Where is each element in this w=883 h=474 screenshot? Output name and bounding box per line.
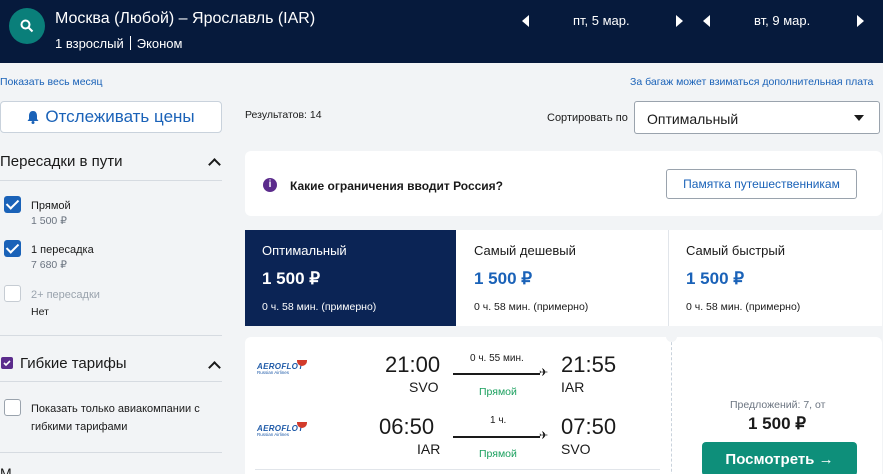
view-flight-button[interactable]: Посмотреть → <box>702 442 857 474</box>
arrival-code: IAR <box>561 379 585 395</box>
stops-label: Прямой <box>479 448 517 460</box>
track-prices-button[interactable]: Отслеживать цены <box>0 101 222 133</box>
prev-date-out-icon[interactable] <box>522 15 529 27</box>
route-title[interactable]: Москва (Любой) – Ярославль (IAR) <box>55 10 315 28</box>
checkbox-direct[interactable] <box>4 196 21 213</box>
departure-time: 06:50 <box>379 414 435 439</box>
tab-price: 1 500 ₽ <box>686 269 745 288</box>
tab-optimal[interactable]: Оптимальный 1 500 ₽ 0 ч. 58 мин. (пример… <box>245 230 456 326</box>
arrival-time: 07:50 <box>561 414 617 439</box>
stops-section-title[interactable]: Пересадки в пути <box>0 153 123 170</box>
bell-icon <box>27 111 39 124</box>
info-card: i Какие ограничения вводит Россия? Памят… <box>245 151 882 216</box>
travel-memo-button[interactable]: Памятка путешественникам <box>666 169 857 199</box>
departure-time: 21:00 <box>385 352 441 377</box>
next-section-title[interactable]: М <box>0 465 12 474</box>
date-back[interactable]: вт, 9 мар. <box>754 13 810 28</box>
flex-option-line1: Показать только авиакомпании с <box>31 403 200 415</box>
airline-logo: AEROFLOT Russian Airlines <box>257 360 309 375</box>
flex-section-title[interactable]: Гибкие тарифы <box>20 355 127 372</box>
departure-code: IAR <box>417 441 441 457</box>
next-date-out-icon[interactable] <box>676 15 683 27</box>
airline-logo: AEROFLOT Russian Airlines <box>257 422 309 437</box>
separator <box>129 36 131 50</box>
arrival-code: SVO <box>561 441 591 457</box>
departure-code: SVO <box>409 379 439 395</box>
flex-tariff-icon <box>1 357 13 369</box>
plane-icon: ✈ <box>539 430 549 442</box>
tab-title: Самый дешевый <box>474 243 576 258</box>
next-date-back-icon[interactable] <box>857 15 864 27</box>
route-line <box>453 436 540 438</box>
tab-price: 1 500 ₽ <box>262 269 321 288</box>
sort-select[interactable]: Оптимальный <box>634 101 880 134</box>
stops-option-price: 1 500 ₽ <box>31 215 67 227</box>
plane-icon: ✈ <box>539 367 549 379</box>
divider <box>0 335 222 336</box>
stops-option-label: 2+ пересадки <box>31 289 100 301</box>
show-month-link[interactable]: Показать весь месяц <box>0 76 103 88</box>
track-prices-label: Отслеживать цены <box>45 107 195 126</box>
stops-label: Прямой <box>479 386 517 398</box>
sort-label: Сортировать по <box>547 112 628 124</box>
sort-value: Оптимальный <box>647 111 739 127</box>
checkbox-one-stop[interactable] <box>4 240 21 257</box>
top-header: Москва (Любой) – Ярославль (IAR) 1 взрос… <box>0 0 883 63</box>
arrival-time: 21:55 <box>561 352 617 377</box>
tab-title: Оптимальный <box>262 243 347 258</box>
tab-duration: 0 ч. 58 мин. (примерно) <box>474 301 589 313</box>
tab-title: Самый быстрый <box>686 243 785 258</box>
flight-duration: 0 ч. 55 мин. <box>470 353 524 364</box>
tab-duration: 0 ч. 58 мин. (примерно) <box>686 301 801 313</box>
prev-date-back-icon[interactable] <box>703 15 710 27</box>
sort-tabs: Оптимальный 1 500 ₽ 0 ч. 58 мин. (пример… <box>245 230 882 326</box>
flight-price: 1 500 ₽ <box>748 414 807 433</box>
stops-option-price: 7 680 ₽ <box>31 259 67 271</box>
divider <box>255 469 660 470</box>
tab-cheapest[interactable]: Самый дешевый 1 500 ₽ 0 ч. 58 мин. (прим… <box>457 230 668 326</box>
tab-fastest[interactable]: Самый быстрый 1 500 ₽ 0 ч. 58 мин. (прим… <box>669 230 882 326</box>
divider <box>0 180 222 181</box>
cabin-class: Эконом <box>136 36 183 51</box>
stops-option-price: Нет <box>31 306 49 318</box>
checkbox-flex-only[interactable] <box>4 399 21 416</box>
results-count: Результатов: 14 <box>245 109 322 121</box>
date-out[interactable]: пт, 5 мар. <box>573 13 630 28</box>
caret-down-icon <box>854 115 864 121</box>
stops-option-label: Прямой <box>31 200 71 212</box>
baggage-note-link[interactable]: За багаж может взиматься дополнительная … <box>630 76 873 88</box>
chevron-up-icon[interactable] <box>208 158 221 171</box>
divider <box>0 452 222 453</box>
info-text: Какие ограничения вводит Россия? <box>290 179 503 193</box>
offers-count: Предложений: 7, от <box>730 399 826 411</box>
stops-option-label: 1 пересадка <box>31 244 94 256</box>
search-button[interactable] <box>9 8 45 44</box>
divider <box>0 381 222 382</box>
tab-duration: 0 ч. 58 мин. (примерно) <box>262 301 377 313</box>
card-divider <box>671 337 672 474</box>
flight-duration: 1 ч. <box>490 415 507 426</box>
passengers-cabin[interactable]: 1 взрослый Эконом <box>55 36 182 51</box>
search-icon <box>20 19 34 33</box>
card-notch <box>666 331 677 342</box>
checkbox-two-plus-stops[interactable] <box>4 285 21 302</box>
passengers-count: 1 взрослый <box>55 36 124 51</box>
info-icon: i <box>263 178 277 192</box>
tab-price: 1 500 ₽ <box>474 269 533 288</box>
route-line <box>453 373 540 375</box>
flight-card[interactable]: AEROFLOT Russian Airlines 21:00 SVO 0 ч.… <box>245 331 882 474</box>
flex-option-line2: гибкими тарифами <box>31 421 128 433</box>
chevron-up-icon[interactable] <box>208 361 221 374</box>
